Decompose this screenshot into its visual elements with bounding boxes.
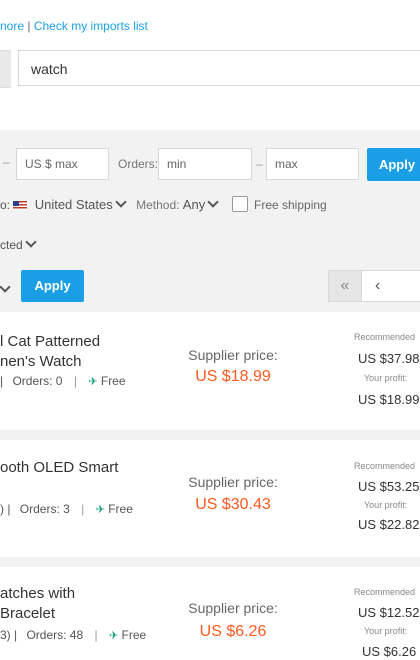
orders-dash: – bbox=[256, 157, 263, 171]
header-links: nore | Check my imports list bbox=[0, 19, 148, 33]
recommended-price: US $12.52 bbox=[358, 605, 420, 620]
profit-value: US $18.99 bbox=[358, 392, 420, 407]
product-card[interactable]: l Cat Patterned nen's Watch | Orders: 0 … bbox=[0, 312, 420, 430]
supplier-price-label: Supplier price: bbox=[188, 474, 278, 490]
orders-max-input[interactable]: max bbox=[266, 148, 359, 180]
ship-to-select[interactable]: United States bbox=[35, 197, 113, 212]
shipping-value: Free bbox=[108, 502, 133, 516]
sort-select[interactable]: cted bbox=[0, 236, 37, 252]
check-imports-link[interactable]: Check my imports list bbox=[34, 19, 148, 33]
supplier-price: US $18.99 bbox=[195, 368, 271, 385]
product-title[interactable]: ooth OLED Smart bbox=[0, 458, 118, 478]
product-title-line: atches with bbox=[0, 585, 76, 602]
product-meta: | Orders: 0 | ✈ Free bbox=[0, 374, 126, 388]
sort-value: cted bbox=[0, 238, 23, 252]
bulk-apply-button[interactable]: Apply bbox=[21, 270, 84, 302]
meta-prefix: | bbox=[0, 374, 4, 388]
free-shipping-label: Free shipping bbox=[254, 198, 327, 212]
product-title[interactable]: l Cat Patterned nen's Watch bbox=[0, 332, 100, 372]
shipping-value: Free bbox=[100, 374, 126, 388]
recommended-price: US $53.25 bbox=[358, 479, 420, 494]
price-dash: – bbox=[3, 155, 10, 169]
recommended-label: Recommended bbox=[354, 587, 416, 597]
first-page-icon[interactable]: « bbox=[328, 270, 362, 302]
orders-count: Orders: 48 bbox=[26, 628, 84, 642]
us-flag-icon bbox=[13, 201, 28, 211]
product-card[interactable]: atches with Bracelet 3) | Orders: 48 | ✈… bbox=[0, 567, 420, 660]
product-card[interactable]: ooth OLED Smart ) | Orders: 3 | ✈ Free S… bbox=[0, 440, 420, 557]
recommended-label: Recommended bbox=[354, 461, 416, 471]
prev-page-icon[interactable]: ‹ bbox=[361, 270, 420, 302]
supplier-price-label: Supplier price: bbox=[188, 347, 278, 363]
chevron-down-icon bbox=[25, 236, 37, 248]
airplane-icon: ✈ bbox=[95, 504, 105, 516]
supplier-price: US $30.43 bbox=[195, 496, 271, 513]
profit-label: Your profit: bbox=[364, 500, 408, 510]
profit-value: US $6.26 bbox=[362, 644, 417, 659]
product-title-line: Bracelet bbox=[0, 605, 56, 622]
profit-label: Your profit: bbox=[364, 373, 408, 383]
search-input[interactable]: watch bbox=[18, 50, 420, 86]
shipping-value: Free bbox=[121, 628, 147, 642]
product-title-line: nen's Watch bbox=[0, 353, 82, 370]
chevron-down-icon bbox=[115, 196, 127, 208]
orders-count: Orders: 3 bbox=[19, 502, 70, 516]
profit-value: US $22.82 bbox=[358, 517, 420, 532]
chevron-down-icon[interactable] bbox=[0, 281, 11, 293]
ship-to-row: o: United States Method: Any bbox=[0, 196, 219, 212]
orders-label: Orders: bbox=[118, 157, 159, 171]
free-shipping-checkbox[interactable] bbox=[232, 196, 248, 212]
search-category-select[interactable] bbox=[0, 50, 11, 88]
orders-count: Orders: 0 bbox=[12, 374, 63, 388]
meta-prefix: ) | bbox=[0, 502, 11, 516]
search-panel: nore | Check my imports list watch bbox=[0, 0, 420, 130]
chevron-down-icon bbox=[207, 196, 219, 208]
method-select[interactable]: Any bbox=[183, 197, 205, 212]
supplier-price: US $6.26 bbox=[199, 623, 267, 640]
filters-panel: – US $ max Orders: min – max Apply o: Un… bbox=[0, 131, 420, 263]
price-max-input[interactable]: US $ max bbox=[16, 148, 109, 180]
filter-apply-button[interactable]: Apply bbox=[367, 148, 420, 181]
product-title-line: ooth OLED Smart bbox=[0, 459, 119, 476]
orders-min-input[interactable]: min bbox=[158, 148, 252, 180]
product-meta: 3) | Orders: 48 | ✈ Free bbox=[0, 628, 147, 642]
product-title-line: l Cat Patterned bbox=[0, 333, 101, 350]
meta-prefix: 3) | bbox=[0, 628, 18, 642]
airplane-icon: ✈ bbox=[108, 630, 119, 642]
profit-label: Your profit: bbox=[364, 626, 408, 636]
method-label: Method: bbox=[136, 198, 180, 212]
link-separator: | bbox=[27, 19, 31, 33]
recommended-label: Recommended bbox=[354, 332, 416, 342]
more-link[interactable]: nore bbox=[0, 19, 24, 33]
recommended-price: US $37.98 bbox=[358, 351, 420, 366]
airplane-icon: ✈ bbox=[88, 376, 98, 388]
supplier-price-label: Supplier price: bbox=[188, 600, 278, 616]
product-meta: ) | Orders: 3 | ✈ Free bbox=[0, 502, 133, 516]
product-title[interactable]: atches with Bracelet bbox=[0, 584, 75, 624]
ship-to-label: o: bbox=[0, 198, 11, 212]
